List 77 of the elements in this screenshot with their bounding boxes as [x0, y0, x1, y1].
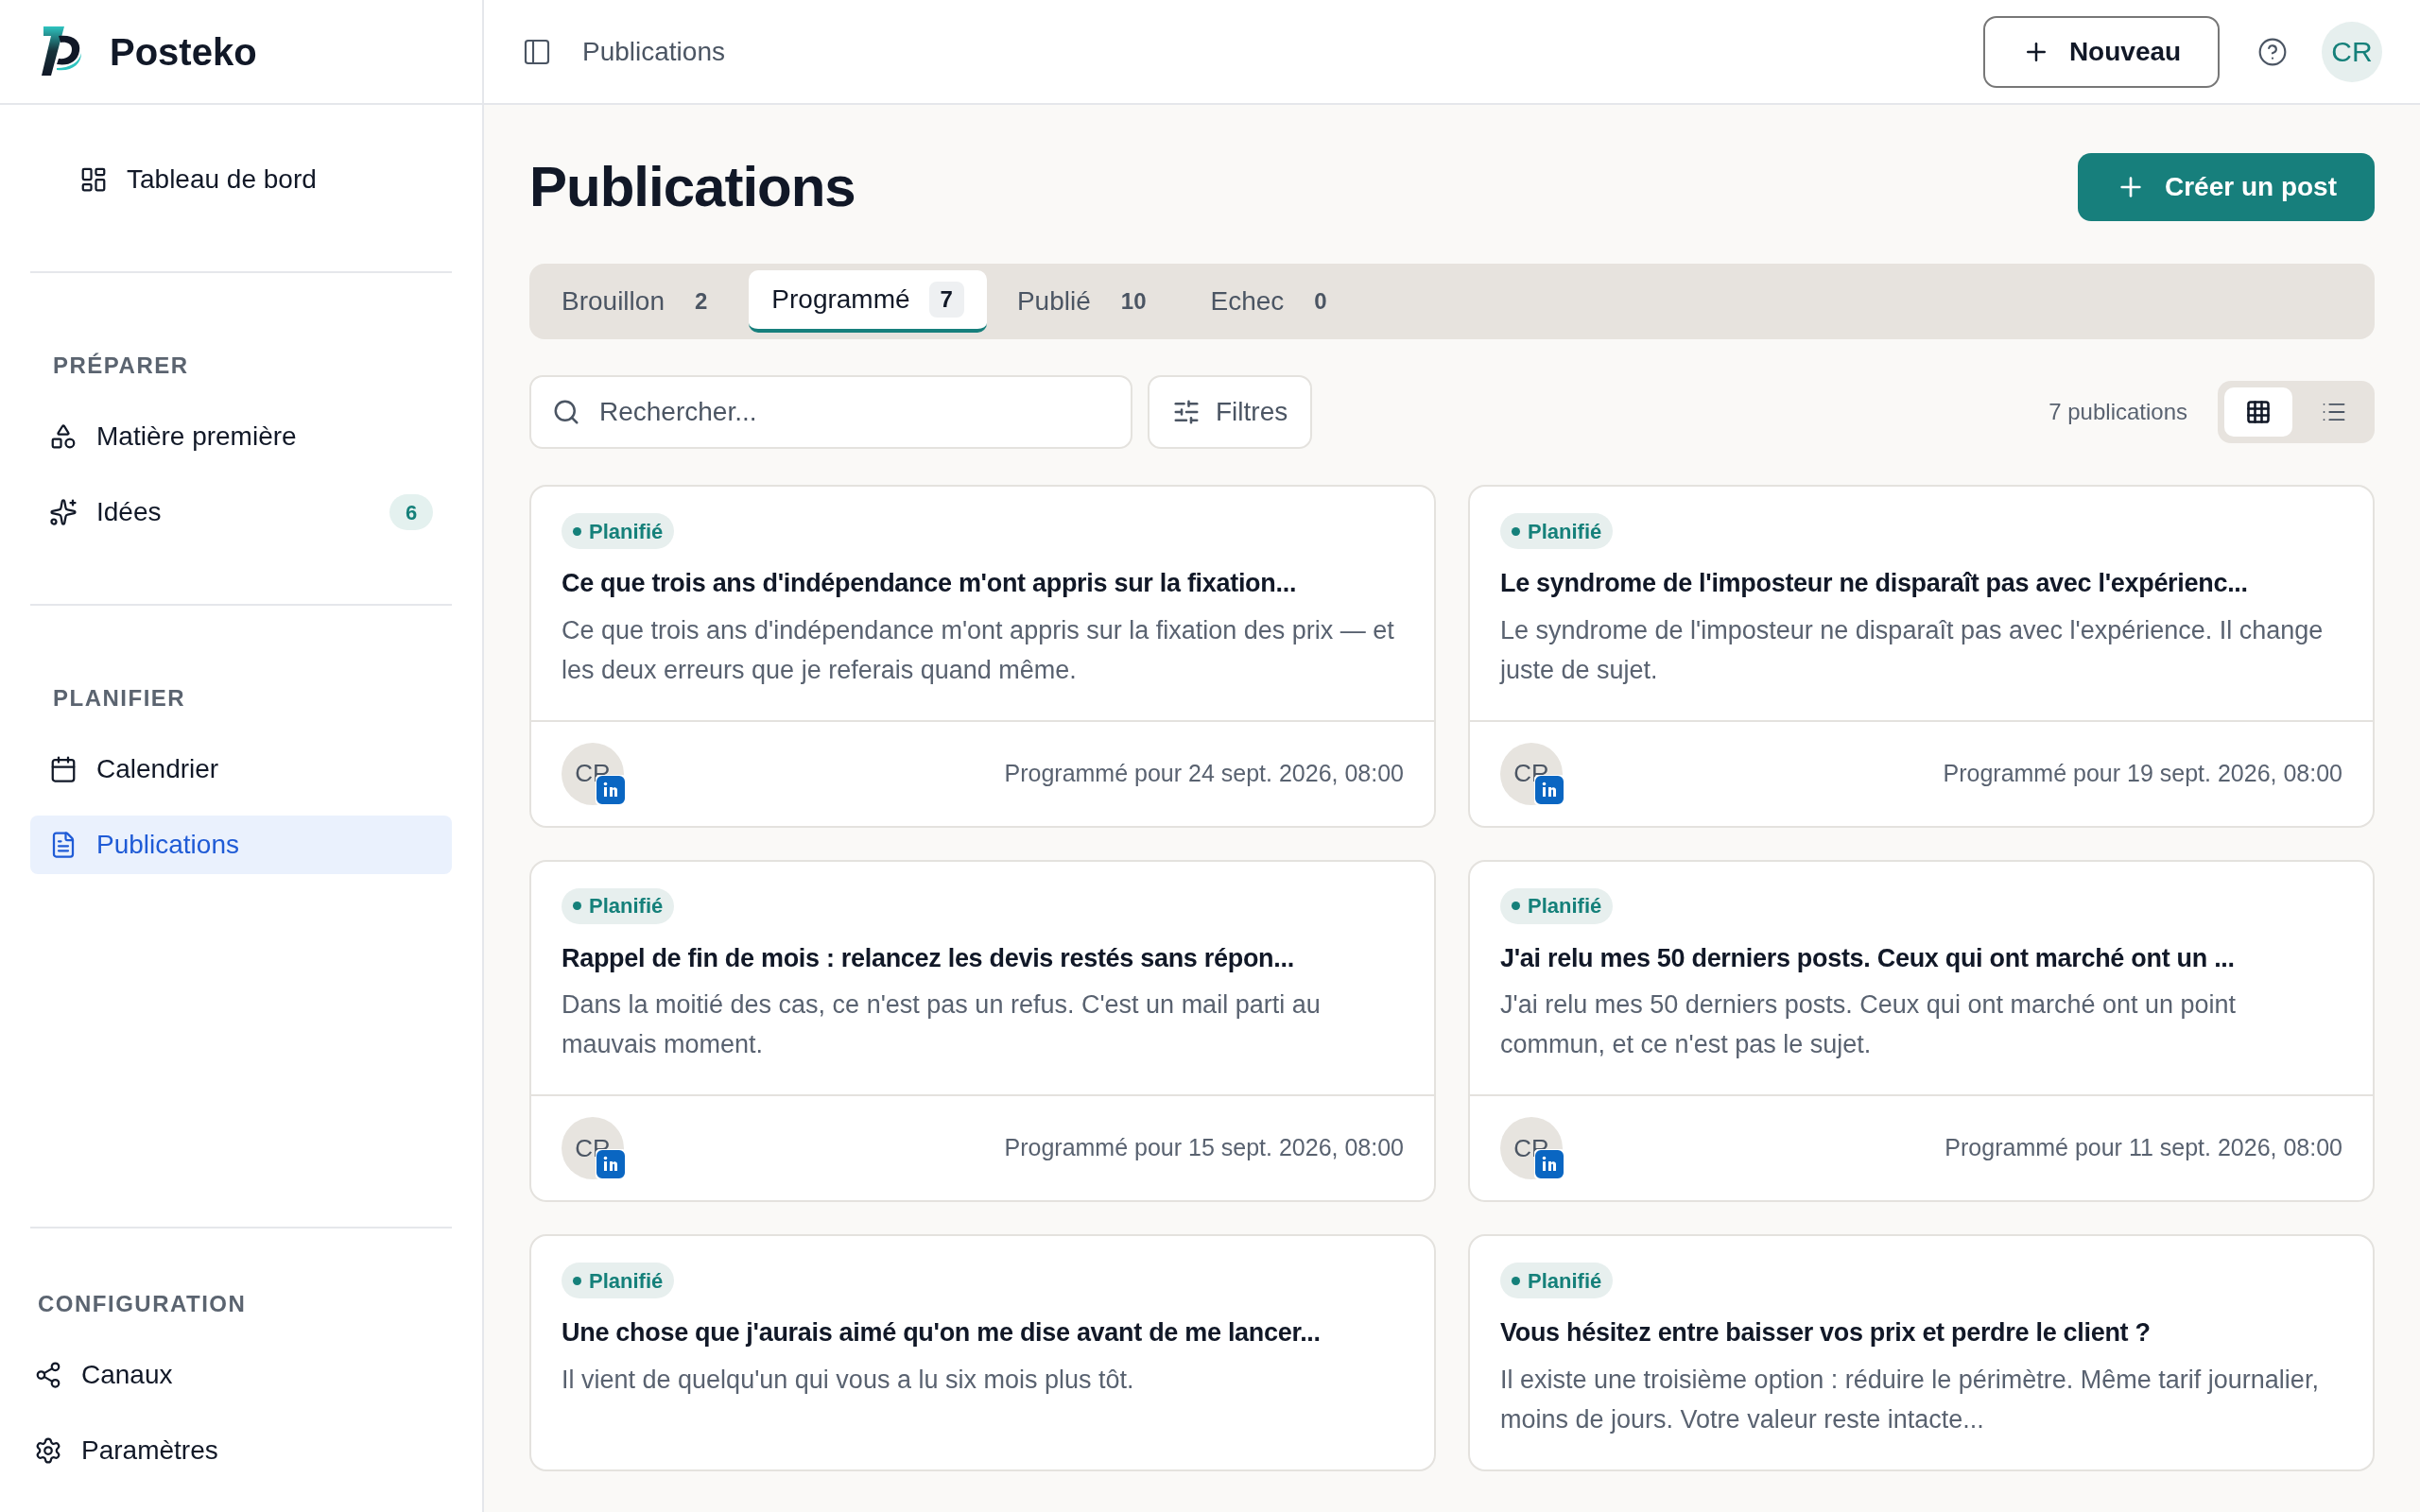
- section-heading: CONFIGURATION: [37, 1290, 248, 1318]
- filters-button[interactable]: Filtres: [1148, 375, 1313, 449]
- logo-icon: [42, 26, 83, 77]
- post-excerpt: Il existe une troisième option : réduire le périmètre. Même tarif journalier, moins de jours. Votre valeur reste intacte...: [1500, 1364, 2320, 1435]
- nav-label: Calendrier: [96, 753, 220, 785]
- section-heading: PLANIFIER: [52, 684, 187, 713]
- nav-item[interactable]: Tableau de bord: [60, 150, 422, 209]
- schedule-date: Programmé pour 15 sept. 2026, 08:00: [1004, 1133, 1404, 1163]
- settings-icon: [34, 1436, 62, 1465]
- nav-label: Canaux: [81, 1359, 174, 1391]
- tab-count: 7: [928, 282, 964, 318]
- status-badge: Planifié: [562, 887, 675, 924]
- nav-item[interactable]: Canaux: [15, 1346, 467, 1404]
- post-excerpt: J'ai relu mes 50 derniers posts. Ceux qui ont marché ont un point commun, et ce n'est pas le sujet.: [1500, 989, 2238, 1060]
- create-post-button[interactable]: Créer un post: [2077, 153, 2375, 221]
- nav-item[interactable]: Publications: [30, 816, 452, 874]
- nav-label: Idées: [96, 496, 163, 528]
- sliders-icon: [1172, 398, 1201, 426]
- status-badge: Planifié: [1500, 1263, 1614, 1298]
- new-button[interactable]: Nouveau: [1983, 15, 2220, 88]
- schedule-date: Programmé pour 11 sept. 2026, 08:00: [1945, 1133, 2342, 1163]
- tab-label: Programmé: [771, 284, 910, 316]
- status-badge: Planifié: [1500, 513, 1614, 549]
- brand-name: Posteko: [110, 29, 257, 75]
- nav-label: Publications: [96, 829, 240, 861]
- nav-label: Paramètres: [81, 1435, 219, 1467]
- grid-icon: [2245, 399, 2272, 425]
- status-tab[interactable]: Publié 10: [994, 270, 1181, 333]
- schedule-date: Programmé pour 19 sept. 2026, 08:00: [1943, 758, 2342, 788]
- post-card[interactable]: Planifié Une chose que j'aurais aimé qu'on me dise avant de me lancer... Il vient de quelqu'un qui vous a lu six mois plus tôt.: [529, 1234, 1436, 1471]
- shapes-icon: [49, 422, 78, 451]
- post-title: Vous hésitez entre baisser vos prix et perdre le client ?: [1500, 1317, 2151, 1349]
- nav-item[interactable]: Matière première: [30, 407, 452, 466]
- search-field[interactable]: Rechercher...: [529, 375, 1132, 449]
- nav-label: Tableau de bord: [127, 163, 318, 196]
- post-card[interactable]: [1468, 859, 2375, 1202]
- help-icon[interactable]: [2257, 36, 2288, 67]
- grid-view-button[interactable]: [2224, 387, 2292, 437]
- post-excerpt: Dans la moitié des cas, ce n'est pas un refus. C'est un mail parti au mauvais moment.: [562, 989, 1322, 1060]
- post-card[interactable]: Planifié Vous hésitez entre baisser vos prix et perdre le client ? Il existe une troisième option : réduire le périmètre. Même tarif journalier, moins de jours. Votre valeur reste intacte...: [1468, 1234, 2375, 1471]
- post-title: Le syndrome de l'imposteur ne disparaît pas avec l'expérienc...: [1500, 568, 2248, 599]
- section-heading: PRÉPARER: [52, 352, 190, 380]
- schedule-date: Programmé pour 24 sept. 2026, 08:00: [1004, 758, 1404, 788]
- nav-item[interactable]: Idées 6: [30, 483, 452, 541]
- post-card[interactable]: [529, 485, 1436, 828]
- page-title: Publications: [529, 154, 856, 220]
- status-badge: Planifié: [562, 513, 675, 549]
- sparkles-icon: [49, 498, 78, 526]
- post-excerpt: Le syndrome de l'imposteur ne disparaît pas avec l'expérience. Il change juste de sujet.: [1500, 614, 2325, 686]
- tab-label: Publié: [1016, 285, 1091, 318]
- user-avatar[interactable]: CR: [2322, 21, 2382, 82]
- result-count: 7 publications: [2048, 398, 2187, 426]
- dashboard-icon: [79, 165, 108, 194]
- share-icon: [34, 1361, 62, 1389]
- calendar-icon: [49, 755, 78, 783]
- status-tab[interactable]: Echec 0: [1187, 270, 1361, 333]
- nav-label: Matière première: [96, 421, 298, 453]
- tab-label: Brouillon: [562, 285, 665, 318]
- tab-label: Echec: [1210, 285, 1285, 318]
- breadcrumb: Publications: [582, 35, 725, 68]
- post-title: Rappel de fin de mois : relancez les devis restés sans répon...: [562, 942, 1294, 974]
- count-badge: 6: [389, 494, 433, 530]
- nav-item[interactable]: Paramètres: [15, 1421, 467, 1480]
- tab-count: 0: [1313, 287, 1328, 316]
- status-tab[interactable]: Brouillon 2: [539, 270, 742, 333]
- tab-count: 10: [1119, 287, 1148, 316]
- post-excerpt: Il vient de quelqu'un qui vous a lu six mois plus tôt.: [562, 1364, 1134, 1396]
- post-excerpt: Ce que trois ans d'indépendance m'ont appris sur la fixation des prix — et les deux erreurs que je referais quand même.: [562, 614, 1395, 686]
- status-badge: Planifié: [1500, 887, 1614, 924]
- nav-item[interactable]: Calendrier: [30, 740, 452, 799]
- search-icon: [552, 398, 580, 426]
- status-badge: Planifié: [562, 1263, 675, 1298]
- status-tab[interactable]: Programmé 7: [749, 270, 987, 333]
- tab-count: 2: [693, 287, 709, 316]
- post-title: Une chose que j'aurais aimé qu'on me dise avant de me lancer...: [562, 1317, 1321, 1349]
- post-title: Ce que trois ans d'indépendance m'ont appris sur la fixation...: [562, 568, 1297, 599]
- post-title: J'ai relu mes 50 derniers posts. Ceux qui ont marché ont un ...: [1500, 942, 2235, 974]
